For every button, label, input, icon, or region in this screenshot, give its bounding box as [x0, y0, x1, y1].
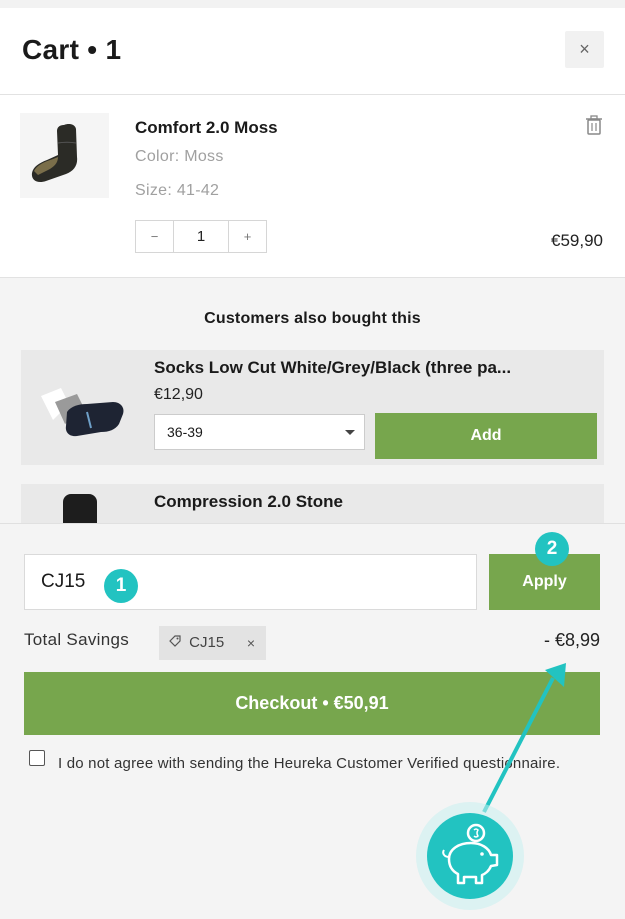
qty-value[interactable]: 1: [173, 221, 229, 252]
recommendation-price: €12,90: [154, 386, 203, 403]
recommendation-name[interactable]: Socks Low Cut White/Grey/Black (three pa…: [154, 358, 594, 378]
top-strip: [0, 0, 625, 8]
savings-label: Total Savings: [24, 630, 130, 649]
recommendations-title: Customers also bought this: [204, 310, 421, 327]
recommendation-card: Socks Low Cut White/Grey/Black (three pa…: [21, 350, 604, 465]
item-price: €59,90: [551, 231, 603, 250]
size-select[interactable]: 36-39: [154, 414, 365, 450]
coupon-input[interactable]: CJ15: [24, 554, 477, 610]
step-marker-2: 2: [535, 532, 569, 566]
remove-coupon-button[interactable]: ×: [247, 626, 255, 660]
savings-value: - €8,99: [543, 630, 600, 650]
tag-icon: [169, 626, 185, 660]
page-title: Cart • 1: [22, 34, 122, 65]
trash-icon[interactable]: [585, 115, 603, 135]
qty-increase-button[interactable]: +: [229, 221, 266, 252]
socks-icon[interactable]: [29, 358, 139, 453]
close-button[interactable]: ×: [565, 31, 604, 68]
checkout-button[interactable]: Checkout • €50,91: [24, 672, 600, 735]
coupon-chip: CJ15 ×: [159, 626, 266, 660]
cart-footer: CJ15 Apply 1 2 Total Savings CJ15 × - €8…: [0, 523, 625, 919]
sock-icon[interactable]: [20, 113, 109, 198]
cart-item: Comfort 2.0 Moss Color: Moss Size: 41-42…: [0, 95, 625, 278]
coupon-chip-code: CJ15: [189, 634, 225, 651]
recommendation-name[interactable]: Compression 2.0 Stone: [154, 492, 594, 512]
consent-label: I do not agree with sending the Heureka …: [58, 755, 561, 772]
step-marker-1: 1: [104, 569, 138, 603]
add-button[interactable]: Add: [375, 413, 597, 459]
item-color: Color: Moss: [135, 148, 224, 165]
cart-header: Cart • 1 ×: [0, 8, 625, 95]
compression-sock-icon[interactable]: [63, 494, 97, 524]
quantity-stepper: − 1 +: [135, 220, 267, 253]
item-size: Size: 41-42: [135, 182, 220, 199]
item-name[interactable]: Comfort 2.0 Moss: [135, 118, 278, 138]
recommendation-card: Compression 2.0 Stone: [21, 484, 604, 524]
size-select-value: 36-39: [167, 424, 203, 440]
chevron-down-icon: [345, 430, 355, 435]
qty-decrease-button[interactable]: −: [136, 221, 173, 252]
piggy-bank-icon: [427, 813, 513, 899]
